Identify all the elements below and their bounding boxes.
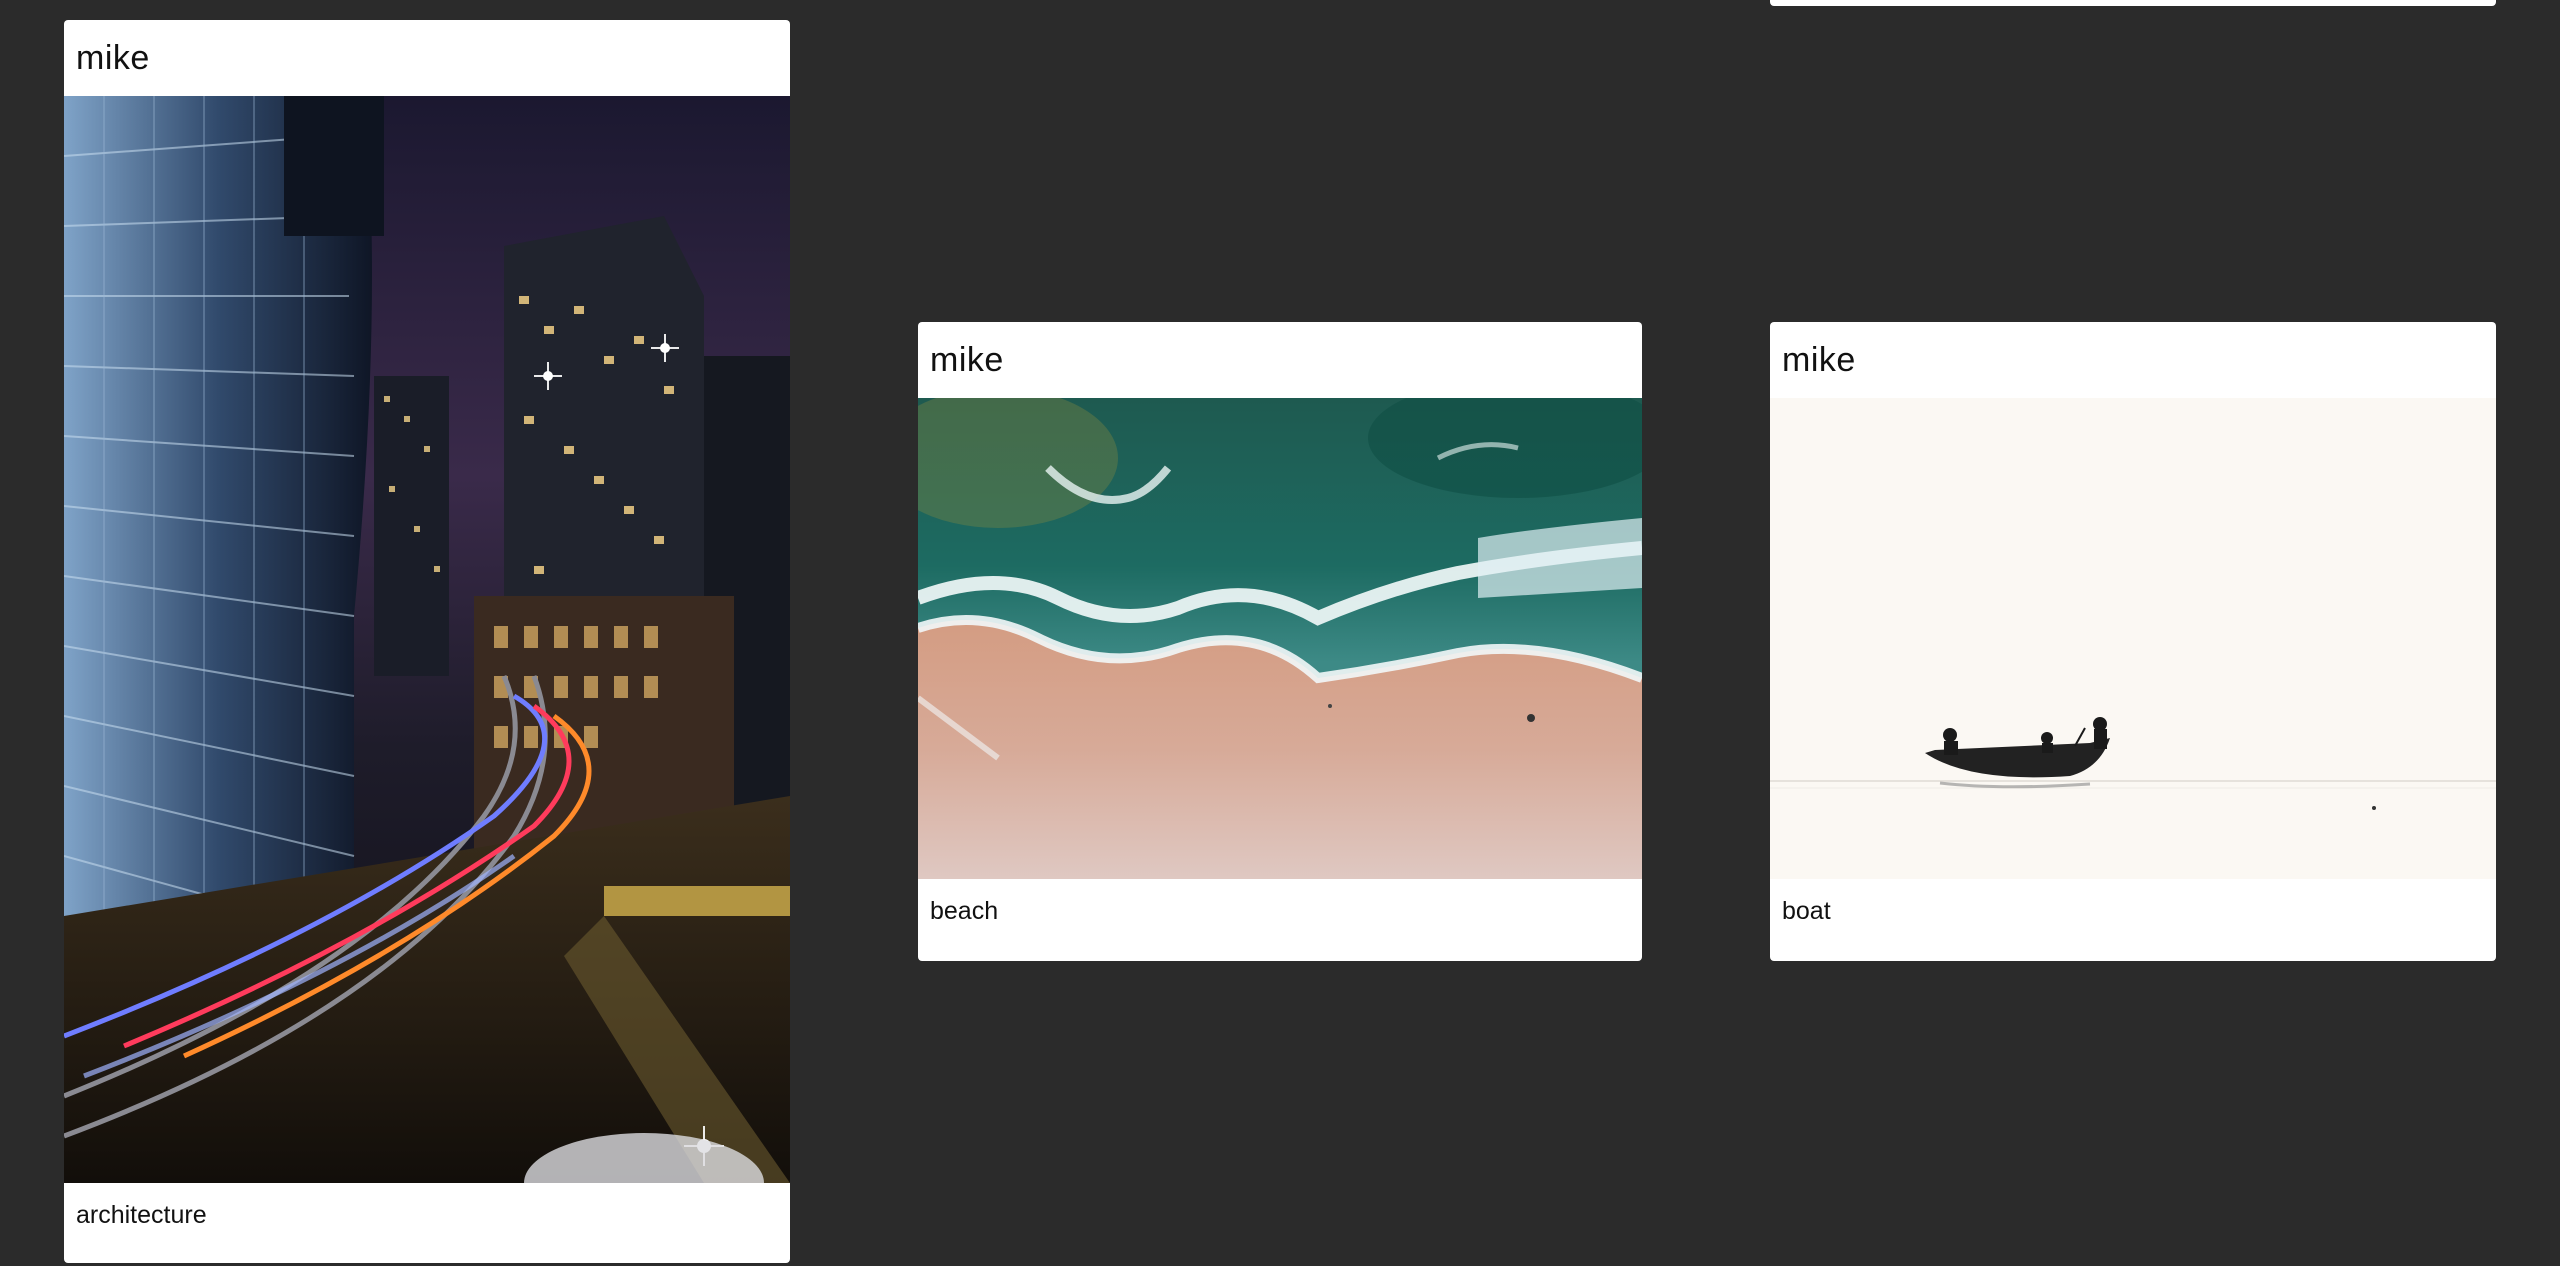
card-author: mike bbox=[930, 340, 1004, 379]
card-caption: beach bbox=[930, 896, 999, 925]
card-image-boat[interactable] bbox=[1770, 398, 2496, 879]
aerial-beach-waves-photo bbox=[918, 398, 1642, 879]
card-author: mike bbox=[76, 38, 150, 77]
card-image-architecture[interactable] bbox=[64, 96, 790, 1183]
gallery-card[interactable]: mike bbox=[918, 322, 1642, 961]
card-image-beach[interactable] bbox=[918, 398, 1642, 879]
card-author: mike bbox=[1782, 340, 1856, 379]
card-caption: architecture bbox=[76, 1200, 207, 1229]
gallery-grid: mike architecture mike beach mike boat bbox=[0, 0, 2560, 1266]
boat-minimal-photo bbox=[1770, 398, 2496, 879]
gallery-card[interactable]: mike bbox=[64, 20, 790, 1263]
gallery-card[interactable]: mike boat bbox=[1770, 322, 2496, 961]
card-caption: boat bbox=[1782, 896, 1831, 925]
gallery-card-partial[interactable] bbox=[1770, 0, 2496, 6]
city-night-light-trails-photo bbox=[64, 96, 790, 1183]
